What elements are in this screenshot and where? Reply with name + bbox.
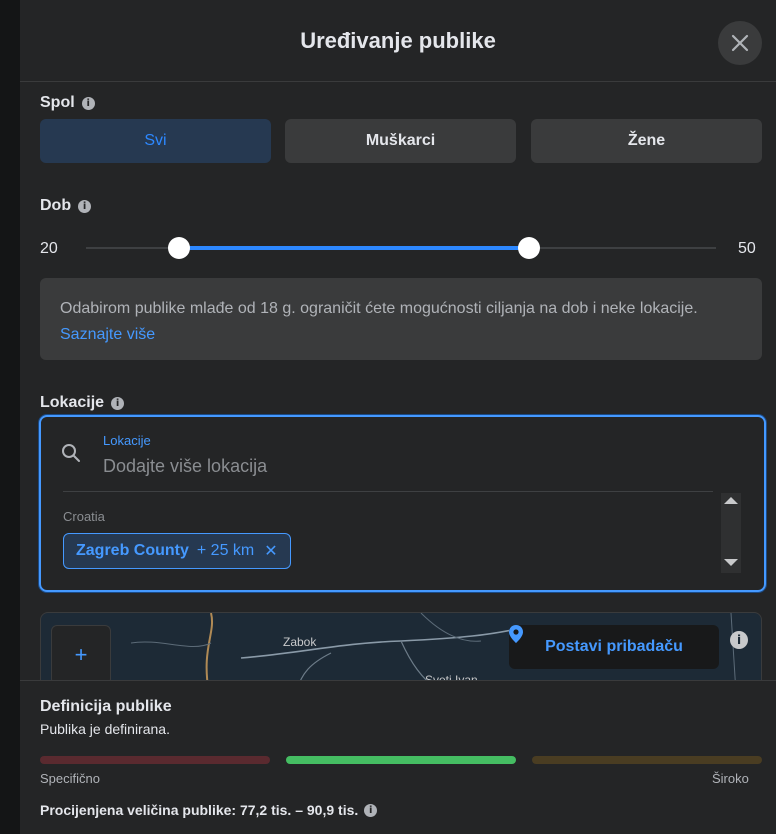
meter-label-specific: Specifično [40,771,100,786]
audience-meter-specific [40,756,270,764]
info-icon[interactable]: i [81,96,95,110]
age-min-value: 20 [40,240,58,257]
meter-label-broad: Široko [712,771,749,786]
search-icon [62,444,80,462]
map-zoom-in-button[interactable]: + [51,625,111,685]
gender-option-label: Muškarci [365,132,436,149]
chip-location-name: Zagreb County [76,542,189,559]
gender-option-label: Žene [627,132,666,149]
age-max-handle[interactable] [518,237,540,259]
edit-audience-dialog: Uređivanje publike Spol i Svi Muškarci Ž… [20,0,776,834]
map-place-label: Zabok [283,635,317,649]
chip-remove-icon[interactable]: ✕ [264,541,277,561]
age-label: Dob [40,197,72,214]
age-notice: Odabirom publike mlađe od 18 g. ograniči… [40,278,762,360]
scroll-down-icon[interactable] [724,559,738,566]
scroll-up-icon[interactable] [724,497,738,504]
location-chip[interactable]: Zagreb County + 25 km ✕ [63,533,291,569]
locations-field-label: Lokacije [103,433,151,448]
age-max-value: 50 [738,240,756,257]
locations-input-box[interactable]: Lokacije Dodajte više lokacija Croatia Z… [39,415,766,592]
close-button[interactable] [718,21,762,65]
map-pin-icon [509,625,523,643]
divider [63,491,713,492]
locations-search-input[interactable]: Dodajte više lokacija [103,456,267,477]
info-icon[interactable]: i [364,803,378,817]
audience-definition-title: Definicija publike [40,698,172,715]
age-section-label: Dob i [40,197,92,215]
close-icon [731,34,749,52]
audience-definition-panel: Definicija publike Publika je definirana… [20,680,776,834]
age-min-handle[interactable] [168,237,190,259]
audience-size-text: Procijenjena veličina publike: 77,2 tis.… [40,802,359,818]
locations-section-label: Lokacije i [40,394,125,412]
dialog-title: Uređivanje publike [300,28,496,53]
chip-radius[interactable]: + 25 km [197,542,254,560]
gender-option-men[interactable]: Muškarci [285,119,516,163]
gender-section-label: Spol i [40,94,95,112]
drop-pin-label: Postavi pribadaču [545,638,683,655]
audience-meter-broad [532,756,762,764]
gender-option-label: Svi [144,132,167,149]
dialog-header: Uređivanje publike [20,0,776,82]
locations-label: Lokacije [40,394,105,411]
info-icon[interactable]: i [111,396,125,410]
country-label: Croatia [63,509,105,524]
backdrop-strip [0,0,20,834]
age-slider-range [179,246,529,250]
learn-more-link[interactable]: Saznajte više [60,326,155,343]
gender-option-women[interactable]: Žene [531,119,762,163]
notice-text: Odabirom publike mlađe od 18 g. ograniči… [60,300,698,317]
info-icon[interactable]: i [730,631,748,649]
info-icon[interactable]: i [78,199,92,213]
audience-size-estimate: Procijenjena veličina publike: 77,2 tis.… [40,802,378,818]
audience-meter-defined [286,756,516,764]
gender-option-all[interactable]: Svi [40,119,271,163]
gender-label: Spol [40,94,75,111]
audience-definition-status: Publika je definirana. [40,721,170,737]
drop-pin-button[interactable]: Postavi pribadaču [509,625,719,669]
